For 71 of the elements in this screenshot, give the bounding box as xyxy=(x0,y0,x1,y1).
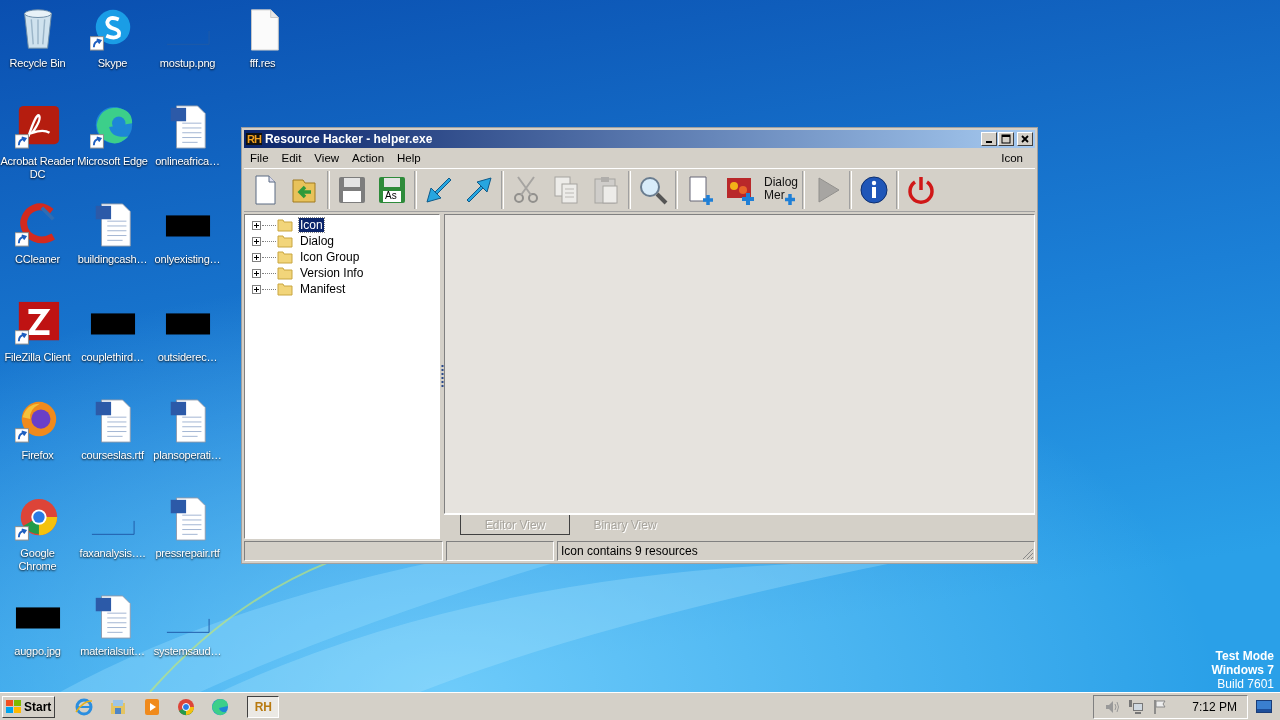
icon-label: couplethird… xyxy=(81,351,144,364)
watermark-text: Windows 7 xyxy=(1211,663,1274,677)
close-button[interactable] xyxy=(1017,132,1033,146)
plus-icon xyxy=(784,193,796,206)
window-title: Resource Hacker - helper.exe xyxy=(264,132,434,146)
clock: 7:12 PM xyxy=(1192,699,1237,714)
expand-icon[interactable] xyxy=(252,252,261,262)
expand-icon[interactable] xyxy=(252,220,261,230)
resource-type-label: Icon xyxy=(1001,152,1023,164)
expand-icon[interactable] xyxy=(252,236,261,246)
icon-label: augpo.jpg xyxy=(14,645,61,658)
menu-item[interactable]: File xyxy=(250,152,269,164)
status-text: Icon contains 9 resources xyxy=(557,541,1035,561)
icon-label: Firefox xyxy=(21,449,54,462)
flag-icon[interactable] xyxy=(1152,698,1169,715)
icon-label: courseslas.rtf xyxy=(81,449,144,462)
menu-item[interactable]: View xyxy=(314,152,340,164)
app-logo: RH xyxy=(246,133,262,145)
icon-label: Google Chrome xyxy=(17,547,58,573)
show-desktop-icon[interactable] xyxy=(1256,699,1272,714)
resize-grip-icon[interactable] xyxy=(1022,548,1034,560)
icon-label: buildingcash… xyxy=(77,253,148,266)
icon-label: faxanalysis…. xyxy=(79,547,146,560)
folder-icon xyxy=(277,265,293,281)
start-button[interactable]: Start xyxy=(2,695,56,718)
icon-label: onlyexisting… xyxy=(154,253,221,266)
icon-label: CCleaner xyxy=(15,253,60,266)
expand-icon[interactable] xyxy=(252,284,261,294)
tree-item[interactable]: Dialog xyxy=(299,234,336,248)
toolbar-button[interactable]: As xyxy=(374,171,410,209)
icon-label: Recycle Bin xyxy=(9,57,66,70)
watermark-text: Build 7601 xyxy=(1217,677,1274,691)
minimize-icon xyxy=(986,141,992,143)
app-icon[interactable] xyxy=(14,104,61,150)
power-icon xyxy=(905,174,937,206)
folder-icon xyxy=(277,217,293,233)
tree-item[interactable]: Version Info xyxy=(299,266,365,280)
expand-icon[interactable] xyxy=(252,268,261,278)
close-icon xyxy=(1020,134,1030,144)
info-icon xyxy=(858,174,890,206)
icon-label: mostup.png xyxy=(159,57,216,70)
icon-label: Microsoft Edge xyxy=(77,155,148,168)
maximize-button[interactable] xyxy=(998,132,1014,146)
icon-label: outsiderec… xyxy=(157,351,218,364)
icon-label: Skype xyxy=(97,57,128,70)
browser-icon[interactable] xyxy=(177,697,196,716)
folder-icon xyxy=(277,233,293,249)
folder-icon xyxy=(277,281,293,297)
watermark-text: Test Mode xyxy=(1215,649,1274,663)
icon-label: fff.res xyxy=(249,57,276,70)
icon-label: materialsuit… xyxy=(80,645,145,658)
icon-label: onlineafrica… xyxy=(155,155,220,168)
splitter-handle[interactable] xyxy=(440,364,444,389)
icon-label: pressrepair.rtf xyxy=(155,547,220,560)
maximize-icon xyxy=(1001,134,1011,144)
tree-item[interactable]: Icon xyxy=(299,218,324,232)
search-icon xyxy=(637,174,669,206)
tree-item[interactable]: Manifest xyxy=(299,282,347,296)
minimize-button[interactable] xyxy=(981,132,997,146)
network-icon[interactable] xyxy=(1128,698,1145,715)
folder-icon xyxy=(277,249,293,265)
app-icon[interactable] xyxy=(14,300,61,346)
icon-label: FileZilla Client xyxy=(4,351,71,364)
icon-label: Acrobat Reader DC xyxy=(0,155,75,181)
menu-item[interactable]: Help xyxy=(397,152,421,164)
menu-item[interactable]: Action xyxy=(352,152,385,164)
tree-item[interactable]: Icon Group xyxy=(299,250,361,264)
toolbar-button[interactable]: Dialog Mer xyxy=(762,171,798,209)
icon-label: plansoperati… xyxy=(153,449,222,462)
menu-item[interactable]: Edit xyxy=(281,152,302,164)
start-logo-icon xyxy=(6,699,22,714)
